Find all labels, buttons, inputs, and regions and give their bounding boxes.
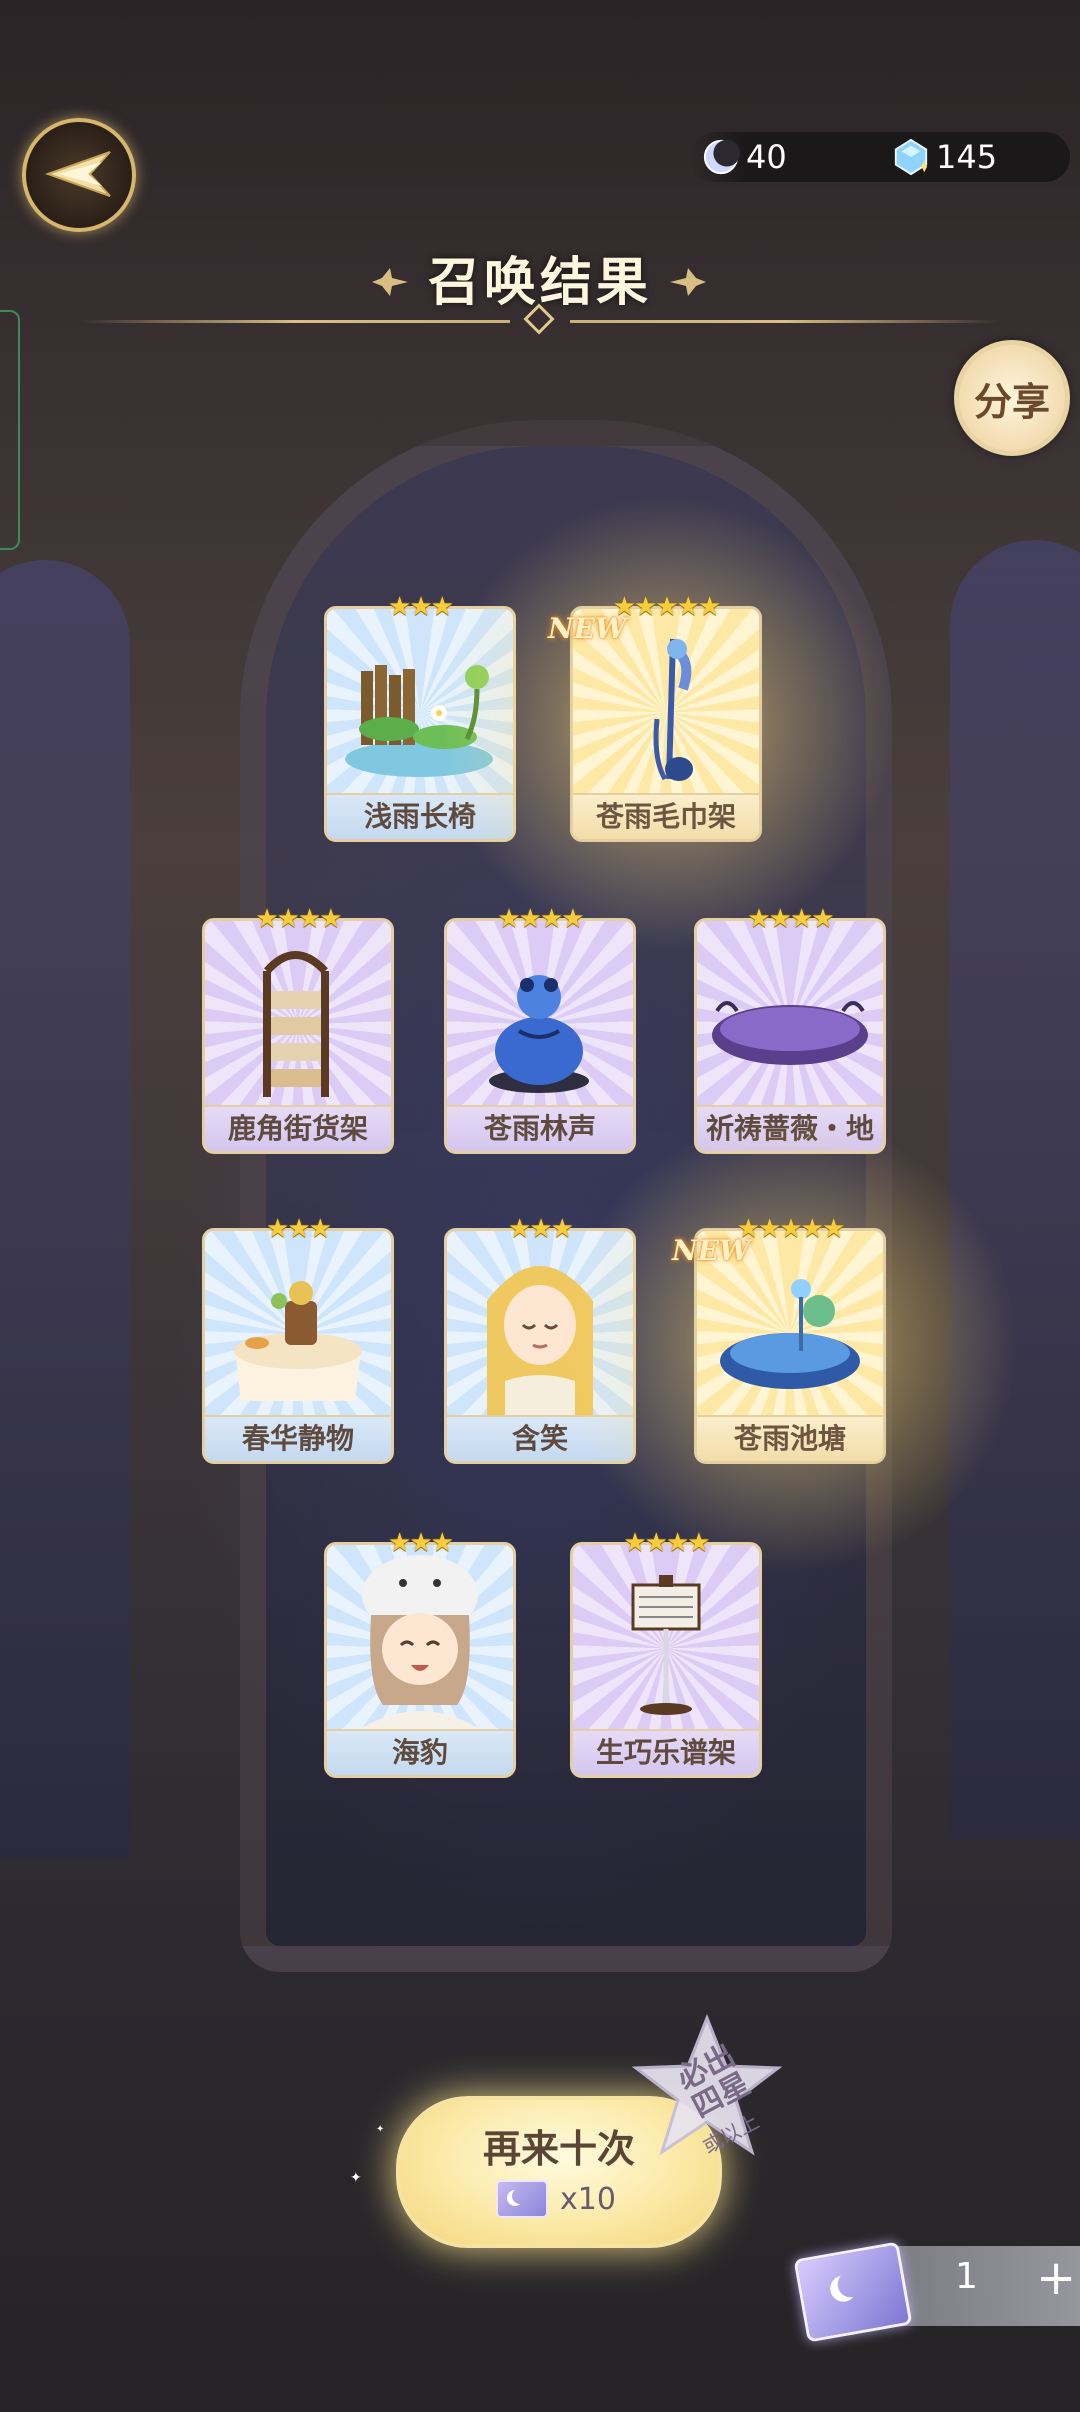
card-towel-rack[interactable]: 苍雨毛巾架 ★★★★★ NEW (430, 466, 902, 982)
new-badge: NEW (672, 1234, 751, 1267)
card-name: 苍雨毛巾架 (573, 793, 759, 839)
towel-rack-art (653, 638, 693, 781)
card-seal[interactable]: 海豹 ★★★ (324, 1528, 516, 1778)
back-wing-icon (45, 151, 111, 197)
card-frog[interactable]: 苍雨林声 ★★★★ (444, 904, 636, 1154)
rose-platform-art (712, 1001, 868, 1065)
sparkle-icon: ✦ (350, 2170, 362, 2186)
card-stars: ★★★ (266, 1214, 332, 1244)
card-face: 春华静物 (202, 1228, 394, 1464)
card-name: 含笑 (447, 1415, 633, 1461)
title-divider-left (80, 320, 510, 323)
antler-shelf-art (263, 951, 329, 1097)
ticket-icon (496, 2180, 548, 2218)
card-name: 海豹 (327, 1729, 513, 1775)
card-antler-shelf[interactable]: 鹿角街货架 ★★★★ (202, 904, 394, 1154)
card-face: 生巧乐谱架 (570, 1542, 762, 1778)
card-stars: ★★★★ (747, 904, 834, 934)
share-button[interactable]: 分享 (954, 340, 1070, 456)
title-ornament-right-icon (670, 268, 706, 296)
crystal-icon (894, 138, 928, 176)
card-stars: ★★★ (388, 592, 454, 622)
card-name: 鹿角街货架 (205, 1105, 391, 1151)
card-pond[interactable]: 苍雨池塘 ★★★★★ NEW (554, 1088, 1026, 1604)
moon-icon (703, 139, 740, 175)
moon-value: 40 (746, 138, 787, 176)
card-stars: ★★★ (508, 1214, 574, 1244)
summon-cost: x10 (496, 2180, 616, 2218)
moon-currency: 40 (702, 132, 787, 182)
card-face: 苍雨林声 (444, 918, 636, 1154)
card-stars: ★★★ (388, 1528, 454, 1558)
add-ticket-button[interactable]: + (1036, 2250, 1076, 2306)
stained-window-right (950, 540, 1080, 1840)
card-name: 春华静物 (205, 1415, 391, 1461)
card-face: 含笑 (444, 1228, 636, 1464)
card-name: 苍雨林声 (447, 1105, 633, 1151)
new-badge: NEW (548, 612, 627, 645)
gem-currency: 145 (892, 132, 997, 182)
card-stars: ★★★★ (497, 904, 584, 934)
seal-character-art (357, 1555, 483, 1731)
share-label: 分享 (973, 378, 1050, 424)
card-still-life[interactable]: 春华静物 ★★★ (202, 1214, 394, 1464)
ticket-count: 1 (955, 2256, 978, 2297)
summon-cost-value: x10 (560, 2181, 616, 2217)
card-stars: ★★★★ (255, 904, 342, 934)
side-tab[interactable] (0, 310, 20, 550)
card-rose-platform[interactable]: 祈祷蔷薇・地台 ★★★★ (694, 904, 886, 1154)
card-smile[interactable]: 含笑 ★★★ (444, 1214, 636, 1464)
bench-art (345, 665, 493, 777)
pond-art (720, 1279, 860, 1389)
smile-character-art (487, 1266, 593, 1417)
card-name: 祈祷蔷薇・地台 (697, 1105, 883, 1151)
card-name: 浅雨长椅 (327, 793, 513, 839)
frog-art (489, 975, 589, 1093)
still-life-art (234, 1281, 362, 1401)
music-stand-art (631, 1575, 701, 1715)
card-name: 生巧乐谱架 (573, 1729, 759, 1775)
gem-value: 145 (936, 138, 998, 176)
card-face: 浅雨长椅 (324, 606, 516, 842)
sparkle-icon: ✦ (376, 2124, 385, 2135)
stained-window-left (0, 560, 130, 1860)
card-stars: ★★★★ (623, 1528, 710, 1558)
card-face: 祈祷蔷薇・地台 (694, 918, 886, 1154)
back-button[interactable] (22, 118, 136, 232)
card-name: 苍雨池塘 (697, 1415, 883, 1461)
card-face: 海豹 (324, 1542, 516, 1778)
card-music-stand[interactable]: 生巧乐谱架 ★★★★ (570, 1528, 762, 1778)
title-divider-right (570, 320, 1000, 323)
card-face: 鹿角街货架 (202, 918, 394, 1154)
card-bench[interactable]: 浅雨长椅 ★★★ (324, 592, 516, 842)
